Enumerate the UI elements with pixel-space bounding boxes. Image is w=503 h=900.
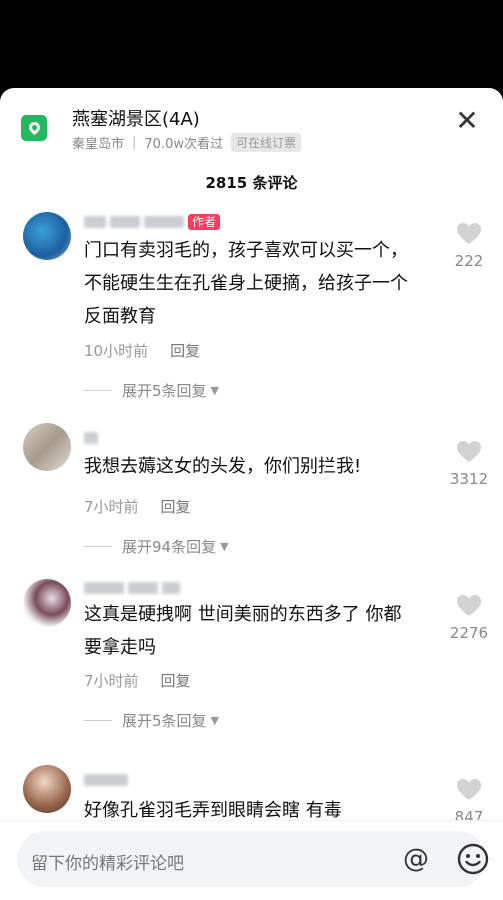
like-count: 3312 [449,470,489,488]
heart-icon [457,223,481,244]
comment-meta: 7小时前 回复 [84,496,191,517]
place-name[interactable]: 燕塞湖景区(4A) [72,105,200,131]
like-count: 2276 [449,624,489,642]
caret-down-icon: ▼ [210,714,220,727]
expand-replies-label: 展开5条回复 [122,712,207,730]
avatar[interactable] [23,212,71,260]
comment-text: 门口有卖羽毛的，孩子喜欢可以买一个，不能硬生生在孔雀身上硬摘，给孩子一个反面教育 [84,240,408,327]
expand-replies-label: 展开94条回复 [122,538,217,556]
heart-icon [457,595,481,616]
comment-time: 10小时前 [84,342,149,360]
username[interactable]: 作者 [84,214,221,230]
location-pin-icon [21,115,47,141]
input-placeholder: 留下你的精彩评论吧 [31,854,184,874]
expand-replies-button[interactable]: 展开5条回复 ▼ [84,380,219,401]
booking-badge[interactable]: 可在线订票 [230,133,301,152]
comment-meta: 10小时前 回复 [84,340,200,361]
username[interactable] [84,430,98,446]
reply-button[interactable]: 回复 [170,340,200,361]
comment-input[interactable]: 留下你的精彩评论吧 @ [17,831,489,887]
smiley-icon[interactable] [457,843,489,875]
heart-icon [457,779,481,800]
username[interactable] [84,772,128,788]
comment-meta: 7小时前 回复 [84,670,191,691]
heart-icon [457,441,481,462]
comment-text: 我想去薅这女的头发，你们别拦我! [84,456,362,477]
username[interactable] [84,580,180,596]
like-button[interactable]: 847 [447,778,491,826]
comment-time: 7小时前 [84,672,139,690]
expand-replies-label: 展开5条回复 [122,382,207,400]
close-icon[interactable]: ✕ [454,107,480,135]
expand-replies-button[interactable]: 展开5条回复 ▼ [84,710,219,731]
comment-text: 这真是硬拽啊 世间美丽的东西多了 你都要拿走吗 [84,604,402,658]
comment-input-bar: 留下你的精彩评论吧 @ [0,820,503,900]
comment-time: 7小时前 [84,498,139,516]
view-count: 70.0w次看过 [144,137,223,152]
comments-count: 2815 条评论 [205,174,298,192]
reply-button[interactable]: 回复 [161,496,191,517]
like-button[interactable]: 3312 [447,440,491,488]
like-button[interactable]: 2276 [447,594,491,642]
location-header[interactable]: 燕塞湖景区(4A) 秦皇岛市 | 70.0w次看过 可在线订票 ✕ [0,88,503,168]
caret-down-icon: ▼ [220,540,229,553]
expand-replies-button[interactable]: 展开94条回复 ▼ [84,536,229,557]
place-subtitle: 秦皇岛市 | 70.0w次看过 可在线订票 [72,133,301,152]
separator: | [132,135,137,150]
avatar[interactable] [23,765,71,813]
avatar[interactable] [23,423,71,471]
like-count: 222 [454,252,484,270]
author-badge: 作者 [188,214,221,230]
reply-button[interactable]: 回复 [161,670,191,691]
at-mention-button[interactable]: @ [403,844,429,874]
caret-down-icon: ▼ [210,384,220,397]
avatar[interactable] [23,579,71,627]
comments-sheet: 燕塞湖景区(4A) 秦皇岛市 | 70.0w次看过 可在线订票 ✕ 2815 条… [0,88,503,900]
city-label: 秦皇岛市 [72,137,125,152]
like-button[interactable]: 222 [447,222,491,270]
